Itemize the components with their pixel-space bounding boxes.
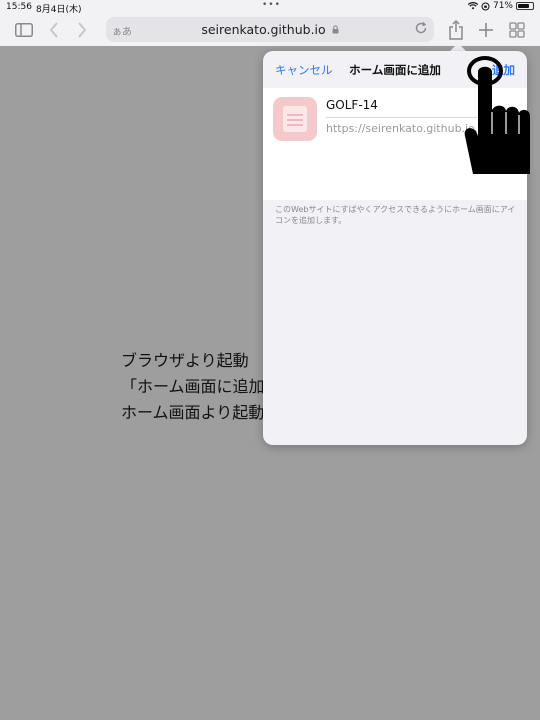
browser-toolbar: ぁあ seirenkato.github.io	[0, 14, 540, 46]
forward-icon[interactable]	[72, 20, 92, 40]
status-time: 15:56	[6, 2, 32, 12]
share-icon[interactable]	[446, 20, 466, 40]
dialog-description: このWebサイトにすばやくアクセスできるようにホーム画面にアイコンを追加します。	[275, 205, 516, 225]
status-bar: 15:56 8月4日(木) ••• 71%	[0, 0, 540, 15]
page-line: ブラウザより起動	[121, 351, 249, 370]
status-right: 71%	[467, 1, 534, 11]
battery-percent: 71%	[492, 1, 513, 11]
app-url: https://seirenkato.github.io	[326, 122, 475, 135]
multitasking-dots-icon[interactable]: •••	[262, 0, 281, 10]
orientation-lock-icon	[481, 2, 490, 10]
new-tab-icon[interactable]	[476, 20, 496, 40]
notepad-icon	[283, 106, 307, 132]
battery-icon	[516, 2, 534, 10]
url-text: seirenkato.github.io	[106, 22, 434, 37]
lock-icon	[332, 25, 339, 34]
back-icon[interactable]	[44, 20, 64, 40]
page-line: ホーム画面より起動	[121, 403, 265, 422]
sidebar-icon[interactable]	[14, 20, 34, 40]
address-bar[interactable]: ぁあ seirenkato.github.io	[106, 17, 434, 42]
wifi-icon	[467, 2, 478, 10]
pointing-hand-icon	[464, 56, 530, 174]
reload-icon[interactable]	[414, 21, 428, 39]
app-icon	[273, 97, 317, 141]
page-line: 「ホーム画面に追加	[121, 377, 265, 396]
page-content: ブラウザより起動 「ホーム画面に追加 ホーム画面より起動	[121, 348, 265, 426]
tabs-grid-icon[interactable]	[507, 20, 527, 40]
